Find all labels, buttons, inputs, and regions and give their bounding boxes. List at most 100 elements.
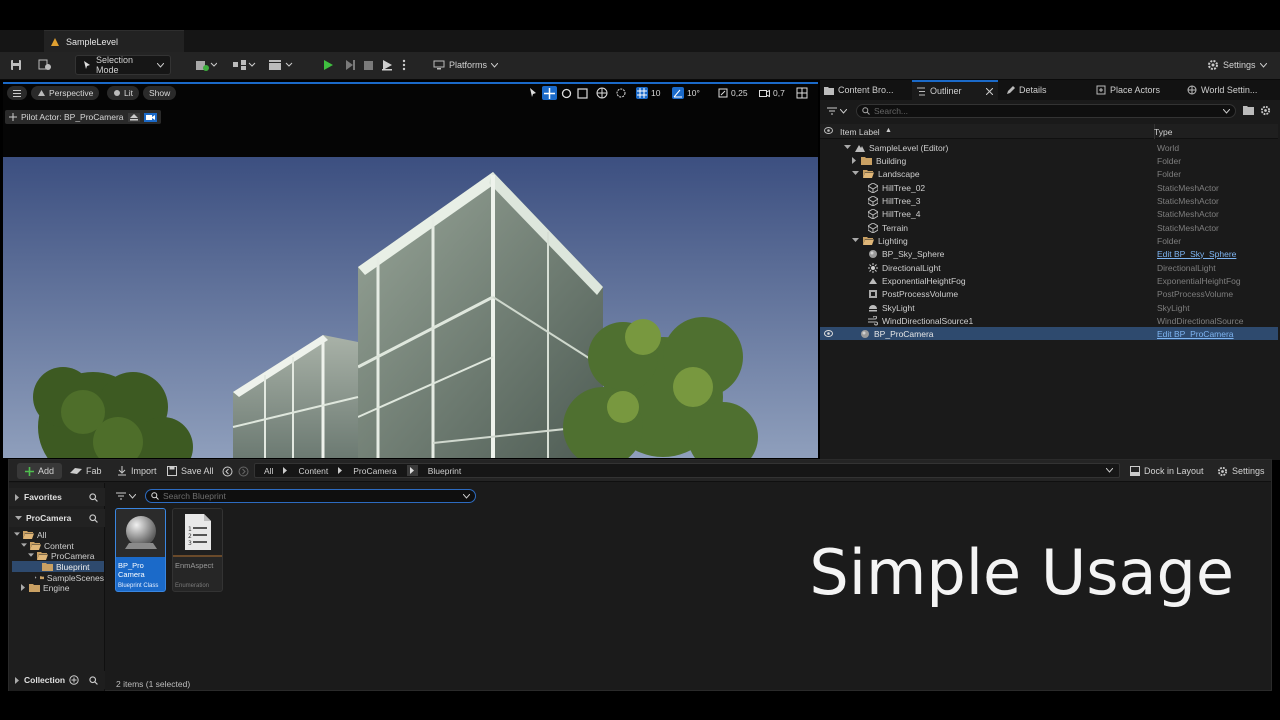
asset-tile-selected[interactable]: BP_Pro Camera Blueprint Class [115,508,166,592]
tab-details[interactable]: Details [1006,80,1086,100]
dock-label: Dock in Layout [1144,466,1204,476]
viewport-layout-icon[interactable] [796,86,808,100]
play-button[interactable] [322,55,334,75]
selection-mode-dropdown[interactable]: Selection Mode [75,55,171,75]
outliner-row-folder[interactable]: Building Folder [820,154,1278,167]
viewport-menu-button[interactable] [7,86,27,100]
collection-section[interactable]: Collection [9,671,105,689]
svg-text:2: 2 [188,533,192,540]
tab-outliner[interactable]: Outliner [912,80,998,100]
tab-world-settings[interactable]: World Settin... [1187,80,1279,100]
tab-place-actors[interactable]: Place Actors [1096,80,1182,100]
stop-button[interactable] [363,55,374,75]
favorites-section[interactable]: Favorites [9,488,105,506]
fab-button[interactable]: Fab [70,462,102,480]
content-browser-settings-label: Settings [1232,466,1265,476]
chevron-down-icon[interactable] [1106,468,1113,473]
history-forward-icon[interactable] [238,462,249,480]
outliner-row-folder[interactable]: Lighting Folder [820,234,1278,247]
fab-label: Fab [86,466,102,476]
search-icon[interactable] [89,675,98,685]
outliner-row-actor[interactable]: HillTree_02 StaticMeshActor [820,181,1278,194]
procamera-section[interactable]: ProCamera [9,509,105,527]
add-content-button[interactable] [195,55,217,75]
outliner-row-world[interactable]: SampleLevel (Editor) World [820,141,1278,154]
tree-item[interactable]: ProCamera [28,550,94,561]
rotation-snap-button[interactable]: 10° [672,86,700,100]
tree-item-selected[interactable]: Blueprint [12,561,104,572]
breadcrumb-item[interactable]: All [264,466,273,476]
outliner-row-actor[interactable]: HillTree_3 StaticMeshActor [820,194,1278,207]
scale-tool-icon[interactable] [577,86,588,100]
perspective-button[interactable]: Perspective [31,86,100,100]
content-browser-settings-button[interactable]: Settings [1217,462,1265,480]
tree-item[interactable]: All [14,529,46,540]
eject-pilot-icon[interactable] [127,112,140,122]
outliner-row-actor-selected[interactable]: BP_ProCamera Edit BP_ProCamera [820,327,1278,340]
asset-filter-button[interactable] [116,489,136,503]
sky-light-icon [868,303,878,313]
type-column-header[interactable]: Type [1154,127,1172,137]
platforms-dropdown[interactable]: Platforms [433,55,499,75]
import-button[interactable]: Import [117,462,157,480]
scale-snap-button[interactable]: 0,25 [718,86,748,100]
item-label-column-header[interactable]: Item Label [840,127,880,137]
search-icon[interactable] [89,513,98,523]
filter-icon [827,107,837,115]
outliner-row-actor[interactable]: SkyLight SkyLight [820,301,1278,314]
outliner-row-actor[interactable]: PostProcessVolume PostProcessVolume [820,287,1278,300]
outliner-row-actor[interactable]: WindDirectionalSource1 WindDirectionalSo… [820,314,1278,327]
viewport-scene[interactable] [3,157,818,458]
close-icon[interactable] [986,87,993,95]
dock-in-layout-button[interactable]: Dock in Layout [1130,462,1204,480]
history-back-icon[interactable] [222,462,233,480]
add-button[interactable]: Add [17,463,63,479]
outliner-filter-button[interactable] [827,104,847,118]
perspective-icon [37,89,46,97]
cinematics-button[interactable] [268,55,294,75]
outliner-row-actor[interactable]: ExponentialHeightFog ExponentialHeightFo… [820,274,1278,287]
tree-item[interactable]: Engine [21,582,69,593]
breadcrumb-item[interactable]: Content [298,466,328,476]
blueprint-search-input[interactable]: Search Blueprint [145,489,476,503]
surface-snap-icon[interactable] [615,86,627,100]
save-icon[interactable] [10,55,22,75]
camera-lock-icon[interactable] [143,112,157,122]
visibility-eye-icon[interactable] [824,330,833,337]
outliner-row-actor[interactable]: HillTree_4 StaticMeshActor [820,207,1278,220]
show-button[interactable]: Show [143,86,177,100]
outliner-row-type: Folder [1157,155,1182,166]
translate-tool-icon[interactable] [542,86,557,100]
grid-snap-button[interactable]: 10 [636,86,660,100]
eject-button[interactable] [381,55,393,75]
source-control-icon[interactable] [38,55,52,75]
folder-add-icon[interactable] [1243,105,1254,115]
folder-open-icon [37,552,48,560]
blueprints-button[interactable] [232,55,256,75]
play-options-icon[interactable] [402,55,406,75]
outliner-row-actor[interactable]: BP_Sky_Sphere Edit BP_Sky_Sphere [820,247,1278,260]
toolbar-settings-button[interactable]: Settings [1207,55,1267,75]
search-icon[interactable] [89,492,98,502]
breadcrumb-item[interactable]: ProCamera [353,466,396,476]
select-tool-icon[interactable] [527,86,539,100]
world-space-icon[interactable] [596,86,608,100]
rotate-tool-icon[interactable] [561,86,572,100]
camera-speed-button[interactable]: 0,7 [759,86,785,100]
edit-blueprint-link[interactable]: Edit BP_Sky_Sphere [1157,249,1236,259]
tab-content-browser[interactable]: Content Bro... [824,80,910,100]
outliner-settings-icon[interactable] [1260,105,1271,116]
asset-tile[interactable]: 1 2 3 EnmAspect Enumeration [172,508,223,592]
outliner-row-actor[interactable]: Terrain StaticMeshActor [820,221,1278,234]
breadcrumb-item[interactable]: Blueprint [428,466,462,476]
save-all-button[interactable]: Save All [167,462,214,480]
add-collection-icon[interactable] [69,675,79,685]
outliner-row-actor[interactable]: DirectionalLight DirectionalLight [820,261,1278,274]
outliner-row-folder[interactable]: Landscape Folder [820,167,1278,180]
edit-blueprint-link[interactable]: Edit BP_ProCamera [1157,329,1234,339]
outliner-search-input[interactable]: Search... [856,104,1236,118]
level-tab[interactable]: SampleLevel [44,30,184,52]
step-button[interactable] [344,55,356,75]
lit-button[interactable]: Lit [107,86,139,100]
chevron-right-icon [338,467,343,474]
